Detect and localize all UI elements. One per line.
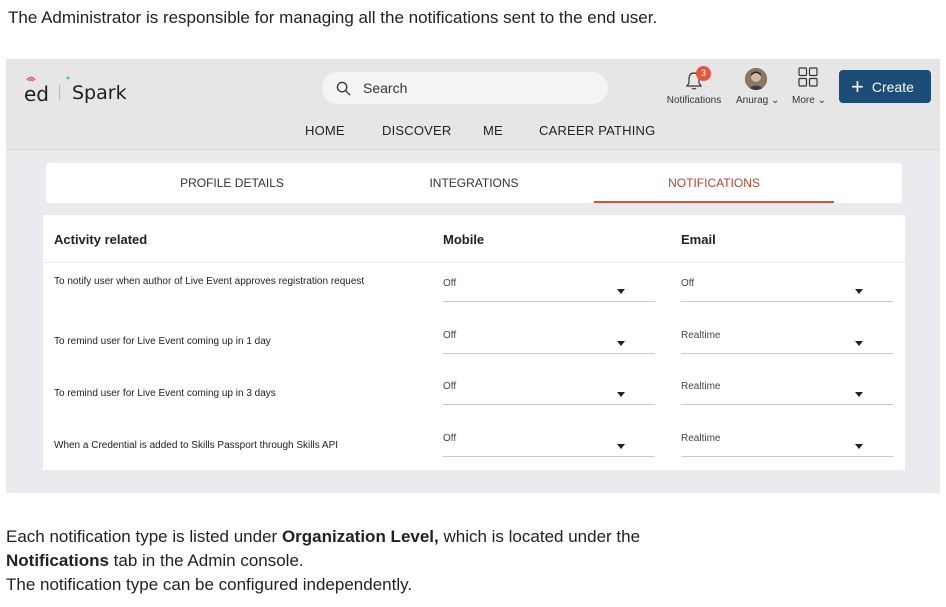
user-menu[interactable]: Anurag ⌄ xyxy=(736,95,779,106)
caret-down-icon xyxy=(617,444,625,449)
caret-down-icon xyxy=(855,444,863,449)
create-label: Create xyxy=(871,78,914,95)
notification-count-badge: 3 xyxy=(696,66,711,81)
outro-text: Each notification type is listed under O… xyxy=(6,525,640,597)
search-icon xyxy=(336,81,351,96)
avatar[interactable] xyxy=(745,68,767,90)
email-select[interactable]: Realtime xyxy=(681,330,893,354)
mobile-select[interactable]: Off xyxy=(443,433,655,457)
user-photo-icon xyxy=(745,68,767,90)
header-mobile: Mobile xyxy=(443,232,485,247)
outro-line-1: Each notification type is listed under O… xyxy=(6,527,641,546)
logo-spark: Spark xyxy=(65,75,127,104)
activity-label: To remind user for Live Event coming up … xyxy=(54,388,276,399)
nav-item-me[interactable]: ME xyxy=(483,123,503,138)
table-header: Activity related Mobile Email xyxy=(43,215,905,263)
table-row: To notify user when author of Live Event… xyxy=(43,271,905,323)
notifications-button[interactable]: 3 Notifications xyxy=(662,63,726,109)
caret-down-icon xyxy=(617,289,625,294)
activity-label: When a Credential is added to Skills Pas… xyxy=(54,440,339,451)
caret-down-icon xyxy=(617,392,625,397)
logo-divider xyxy=(59,85,60,101)
signal-icon xyxy=(26,76,36,82)
nav-item-home[interactable]: HOME xyxy=(305,123,345,138)
header-email: Email xyxy=(681,232,716,247)
chevron-down-icon: ⌄ xyxy=(814,95,826,106)
activity-label: To notify user when author of Live Event… xyxy=(54,276,365,287)
caret-down-icon xyxy=(855,341,863,346)
outro-line-2: Notifications tab in the Admin console. xyxy=(6,551,304,570)
sparkle-icon xyxy=(65,75,71,81)
caret-down-icon xyxy=(617,341,625,346)
apps-grid-icon[interactable] xyxy=(798,67,818,87)
table-row: When a Credential is added to Skills Pas… xyxy=(43,425,905,477)
mobile-select[interactable]: Off xyxy=(443,330,655,354)
chevron-down-icon: ⌄ xyxy=(768,95,780,106)
tab-profile-details[interactable]: PROFILE DETAILS xyxy=(122,163,342,203)
outro-line-3: The notification type can be configured … xyxy=(6,575,413,594)
mobile-select[interactable]: Off xyxy=(443,381,655,405)
main-nav: HOME DISCOVER ME CAREER PATHING xyxy=(6,123,940,145)
search-placeholder: Search xyxy=(363,80,408,96)
notifications-label: Notifications xyxy=(666,95,722,106)
settings-tabs: PROFILE DETAILS INTEGRATIONS NOTIFICATIO… xyxy=(46,163,902,203)
header-activity: Activity related xyxy=(54,232,148,247)
nav-item-career-pathing[interactable]: CAREER PATHING xyxy=(539,123,655,138)
search-input[interactable]: Search xyxy=(322,72,608,104)
caret-down-icon xyxy=(855,392,863,397)
notifications-table: Activity related Mobile Email To notify … xyxy=(43,215,905,470)
plus-icon: + xyxy=(851,73,864,99)
table-row: To remind user for Live Event coming up … xyxy=(43,323,905,375)
activity-label: To remind user for Live Event coming up … xyxy=(54,336,271,347)
table-row: To remind user for Live Event coming up … xyxy=(43,374,905,426)
tab-integrations[interactable]: INTEGRATIONS xyxy=(364,163,584,203)
logo-ed: ed xyxy=(24,76,49,106)
app-logo[interactable]: ed Spark xyxy=(24,75,127,106)
tab-notifications[interactable]: NOTIFICATIONS xyxy=(604,163,824,203)
app-screenshot: ed Spark Search HOME DISCOVER ME CAREER … xyxy=(6,59,940,493)
email-select[interactable]: Realtime xyxy=(681,433,893,457)
nav-item-discover[interactable]: DISCOVER xyxy=(382,123,452,138)
top-bar: ed Spark Search HOME DISCOVER ME CAREER … xyxy=(6,59,940,150)
email-select[interactable]: Realtime xyxy=(681,381,893,405)
create-button[interactable]: + Create xyxy=(839,70,931,103)
intro-text: The Administrator is responsible for man… xyxy=(8,8,658,27)
caret-down-icon xyxy=(855,289,863,294)
mobile-select[interactable]: Off xyxy=(443,278,655,302)
email-select[interactable]: Off xyxy=(681,278,893,302)
more-menu[interactable]: More ⌄ xyxy=(792,95,826,106)
active-tab-indicator xyxy=(594,201,834,203)
